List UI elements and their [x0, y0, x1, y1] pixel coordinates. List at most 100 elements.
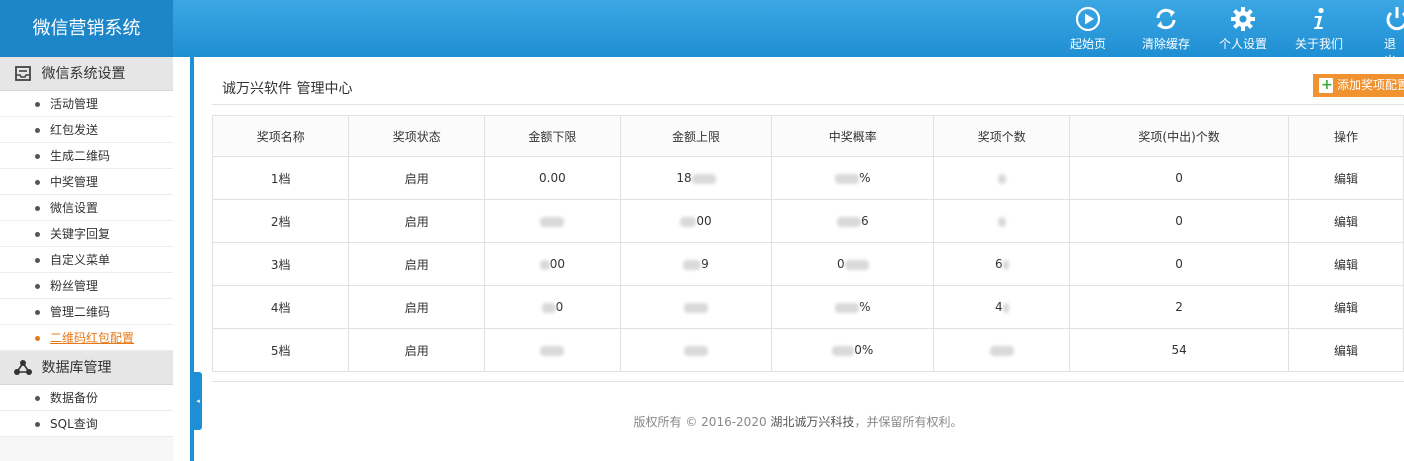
amount-min: 00 [483, 242, 621, 286]
redacted-value [836, 216, 861, 227]
redacted-value [832, 345, 855, 356]
amount-min: 0.00 [483, 156, 621, 200]
prize-count: 6 [933, 242, 1071, 286]
sidebar-item-fans[interactable]: 粉丝管理 [0, 273, 173, 299]
footer: 版权所有 © 2016-2020 湖北诚万兴科技，并保留所有权利。 [202, 413, 1394, 430]
inbox-icon [15, 66, 31, 81]
sidebar-item-backup[interactable]: 数据备份 [0, 385, 173, 411]
prize-won-count: 54 [1069, 328, 1290, 372]
sidebar-item-wechat-settings[interactable]: 微信设置 [0, 195, 173, 221]
edit-link[interactable]: 编辑 [1288, 199, 1404, 243]
redacted-value [835, 302, 860, 313]
redacted-value [1002, 302, 1009, 313]
prize-count [933, 328, 1071, 372]
redacted-value [997, 216, 1006, 227]
sidebar-item-redpacket-send[interactable]: 红包发送 [0, 117, 173, 143]
app-title: 微信营销系统 [0, 0, 173, 57]
redacted-value [683, 345, 708, 356]
redacted-value [539, 259, 550, 270]
redacted-value [835, 173, 860, 184]
refresh-icon [1156, 8, 1176, 30]
amount-max [619, 285, 773, 329]
edit-link[interactable]: 编辑 [1288, 242, 1404, 286]
table-header-row: 奖项名称 奖项状态 金额下限 金额上限 中奖概率 奖项个数 奖项(中出)个数 操… [211, 115, 1404, 157]
sidebar-item-generate-qrcode[interactable]: 生成二维码 [0, 143, 173, 169]
prize-status: 启用 [348, 199, 485, 243]
win-rate: 0% [771, 328, 935, 372]
amount-min-text: 0.00 [539, 171, 566, 185]
prize-status: 启用 [348, 156, 485, 200]
sidebar-group-database[interactable]: 数据库管理 [0, 351, 173, 385]
topnav-settings-label: 个人设置 [1218, 37, 1267, 51]
sidebar: 微信系统设置 活动管理 红包发送 生成二维码 中奖管理 微信设置 关键字回复 自… [0, 57, 173, 461]
company-name: 湖北诚万兴科技 [770, 415, 855, 429]
prize-status: 启用 [348, 285, 485, 329]
prize-won-count: 2 [1069, 285, 1290, 329]
table-row: 2档 启用 00 6 0 编辑 [211, 199, 1404, 243]
add-file-icon [1319, 74, 1333, 97]
topnav-settings[interactable]: 个人设置 [1208, 6, 1278, 52]
topnav-home[interactable]: 起始页 [1053, 6, 1123, 52]
column-header: 奖项(中出)个数 [1069, 115, 1290, 157]
topnav-clear-cache[interactable]: 清除缓存 [1131, 6, 1201, 52]
prize-name: 3档 [211, 242, 350, 286]
win-rate: 0 [771, 242, 935, 286]
prize-count-text: 6 [994, 257, 1003, 271]
amount-max-text: 18 [676, 171, 692, 185]
win-rate-text: 0 [836, 257, 845, 271]
sidebar-item-qrcode-redpacket-config[interactable]: 二维码红包配置 [0, 325, 173, 351]
sidebar-item-winners[interactable]: 中奖管理 [0, 169, 173, 195]
amount-max: 00 [619, 199, 773, 243]
add-prize-config-label: 添加奖项配置 [1337, 78, 1404, 92]
amount-min-text: 00 [549, 257, 566, 271]
redacted-value [683, 259, 702, 270]
topnav-about[interactable]: 关于我们 [1284, 6, 1354, 52]
sidebar-group-wechat[interactable]: 微信系统设置 [0, 57, 173, 91]
table-row: 4档 启用 0 % 4 2 编辑 [211, 285, 1404, 329]
win-rate-text: % [859, 300, 871, 314]
column-header: 金额下限 [483, 115, 621, 157]
sidebar-group-database-label: 数据库管理 [41, 360, 112, 376]
sidebar-item-custom-menu[interactable]: 自定义菜单 [0, 247, 173, 273]
add-prize-config-button[interactable]: 添加奖项配置 [1313, 74, 1404, 97]
edit-link[interactable]: 编辑 [1288, 328, 1404, 372]
column-header: 金额上限 [619, 115, 773, 157]
column-header: 中奖概率 [771, 115, 935, 157]
topnav-clear-cache-label: 清除缓存 [1141, 37, 1190, 51]
prize-count-text: 4 [994, 300, 1003, 314]
amount-max: 18 [619, 156, 773, 200]
table-row: 1档 启用 0.00 18 % 0 编辑 [211, 156, 1404, 200]
column-header: 奖项个数 [933, 115, 1071, 157]
redacted-value [1002, 259, 1009, 270]
amount-min [483, 328, 621, 372]
column-header: 奖项名称 [211, 115, 350, 157]
collapse-sidebar-handle[interactable]: ◂ [194, 372, 202, 430]
sidebar-item-sql-query[interactable]: SQL查询 [0, 411, 173, 437]
page-title: 诚万兴软件 管理中心 [222, 81, 353, 97]
redacted-value [989, 345, 1014, 356]
prize-count [933, 199, 1071, 243]
win-rate: % [771, 285, 935, 329]
edit-link[interactable]: 编辑 [1288, 285, 1404, 329]
prize-name: 5档 [211, 328, 350, 372]
sidebar-item-activity[interactable]: 活动管理 [0, 91, 173, 117]
amount-max: 9 [619, 242, 773, 286]
copyright-suffix: ，并保留所有权利。 [854, 415, 963, 429]
prize-count: 4 [933, 285, 1071, 329]
sidebar-item-manage-qrcode[interactable]: 管理二维码 [0, 299, 173, 325]
amount-max [619, 328, 773, 372]
prize-name: 4档 [211, 285, 350, 329]
topnav-about-label: 关于我们 [1294, 37, 1343, 51]
edit-link[interactable]: 编辑 [1288, 156, 1404, 200]
top-bar: 微信营销系统 起始页 清除缓存 个人设置 关于我们 退出 [0, 0, 1404, 68]
sidebar-item-keyword-reply[interactable]: 关键字回复 [0, 221, 173, 247]
redacted-value [540, 345, 565, 356]
redacted-value [691, 173, 716, 184]
amount-max-text: 00 [696, 214, 712, 228]
footer-divider [212, 381, 1404, 382]
prize-won-count: 0 [1069, 156, 1290, 200]
title-divider [212, 104, 1404, 105]
play-icon [1075, 6, 1101, 32]
win-rate-text: % [859, 171, 871, 185]
column-header: 奖项状态 [348, 115, 485, 157]
